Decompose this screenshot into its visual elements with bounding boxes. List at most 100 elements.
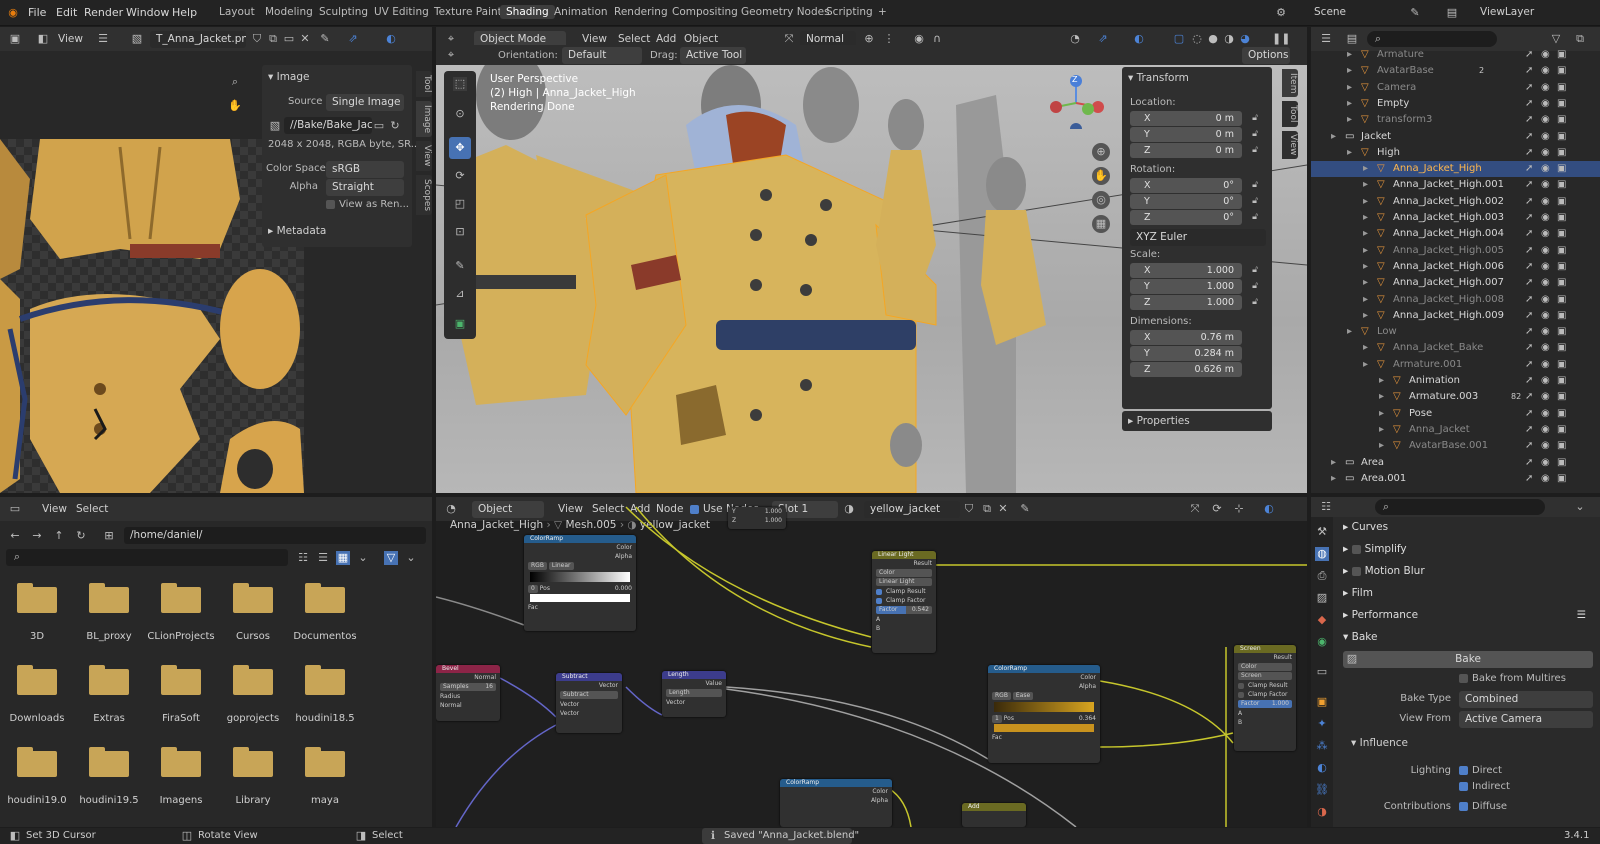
folder-icon[interactable] [305, 745, 345, 777]
material-props-icon[interactable]: ◑ [1315, 805, 1329, 819]
camera-render-icon[interactable]: ▣ [1557, 80, 1566, 96]
new-image-icon[interactable]: ⧉ [266, 32, 280, 46]
camera-render-icon[interactable]: ▣ [1557, 292, 1566, 308]
gizmo-toggle-icon[interactable]: ⇗ [1096, 32, 1110, 46]
expand-arrow-icon[interactable]: ▸ [1363, 177, 1368, 193]
breadcrumb-object[interactable]: Anna_Jacket_High [450, 519, 543, 531]
zoom-icon[interactable]: ⌕ [228, 75, 242, 89]
new-directory-icon[interactable]: ⊞ [102, 529, 116, 543]
camera-render-icon[interactable]: ▣ [1557, 226, 1566, 242]
hamburger-icon[interactable]: ☰ [96, 32, 110, 46]
transform-tool-icon[interactable]: ⊡ [453, 225, 467, 239]
camera-render-icon[interactable]: ▣ [1557, 308, 1566, 324]
scale-y-field[interactable]: Y 1.000 [1130, 279, 1242, 294]
node-menu-select[interactable]: Select [592, 503, 624, 515]
eye-icon[interactable]: ◉ [1541, 63, 1550, 79]
outliner-item[interactable]: ▸ ▽ Low ➚ ◉ ▣ [1311, 324, 1600, 340]
tab-texture-paint[interactable]: Texture Paint [434, 6, 502, 18]
menu-render[interactable]: Render [84, 6, 123, 19]
drag-dropdown[interactable]: Active Tool [680, 47, 746, 64]
select-arrow-icon[interactable]: ➚ [1525, 96, 1533, 112]
folder-icon[interactable] [233, 663, 273, 695]
node-menu-node[interactable]: Node [656, 503, 683, 515]
select-arrow-icon[interactable]: ➚ [1525, 275, 1533, 291]
section-motion-blur[interactable]: ▸ Motion Blur [1335, 561, 1600, 581]
unlink-icon[interactable]: ✕ [298, 32, 312, 46]
folder-icon[interactable] [17, 745, 57, 777]
colorramp-1-gradient[interactable] [530, 572, 630, 582]
expand-arrow-icon[interactable]: ▸ [1363, 194, 1368, 210]
modifier-props-icon[interactable]: ✦ [1315, 717, 1329, 731]
camera-render-icon[interactable]: ▣ [1557, 455, 1566, 471]
3d-viewport[interactable]: ⌖ Object Mode View Select Add Object ⤧ N… [436, 27, 1307, 493]
folder-icon[interactable] [161, 663, 201, 695]
expand-arrow-icon[interactable]: ▸ [1331, 129, 1336, 145]
select-arrow-icon[interactable]: ➚ [1525, 177, 1533, 193]
image-tab-image[interactable]: Image [416, 101, 432, 137]
color-space-dropdown[interactable]: sRGB [326, 161, 404, 178]
expand-arrow-icon[interactable]: ▸ [1363, 243, 1368, 259]
node-colorramp-1[interactable]: ColorRamp Color Alpha RGB Linear 0 Pos 0… [524, 535, 636, 631]
file-menu-view[interactable]: View [42, 503, 67, 515]
expand-arrow-icon[interactable]: ▸ [1347, 47, 1352, 63]
expand-arrow-icon[interactable]: ▸ [1363, 308, 1368, 324]
tab-layout[interactable]: Layout [219, 6, 255, 18]
folder-label[interactable]: Downloads [0, 713, 77, 724]
folder-icon[interactable] [89, 745, 129, 777]
select-arrow-icon[interactable]: ➚ [1525, 422, 1533, 438]
dimensions-y-field[interactable]: Y 0.284 m [1130, 346, 1242, 361]
parent-directory-icon[interactable]: ↑ [52, 529, 66, 543]
section-curves[interactable]: ▸ Curves [1335, 517, 1600, 537]
dimensions-z-field[interactable]: Z 0.626 m [1130, 362, 1242, 377]
material-browse-icon[interactable]: ◑ [842, 502, 856, 516]
viewport-menu-add[interactable]: Add [656, 33, 676, 45]
expand-arrow-icon[interactable]: ▸ [1331, 471, 1336, 487]
lock-icon[interactable]: 🔓︎ [1248, 263, 1262, 277]
image-tab-tool[interactable]: Tool [416, 71, 432, 97]
lock-icon[interactable]: 🔓︎ [1248, 178, 1262, 192]
select-arrow-icon[interactable]: ➚ [1525, 226, 1533, 242]
lock-icon[interactable]: 🔓︎ [1248, 111, 1262, 125]
scene-props-icon[interactable]: ◆ [1315, 613, 1329, 627]
select-arrow-icon[interactable]: ➚ [1525, 389, 1533, 405]
material-fake-user-icon[interactable]: ⛉ [962, 502, 976, 516]
tab-uv-editing[interactable]: UV Editing [374, 6, 429, 18]
proportional-edit-icon[interactable]: ◉ [912, 32, 926, 46]
eye-icon[interactable]: ◉ [1541, 275, 1550, 291]
folder-label[interactable]: CLionProjects [141, 631, 221, 642]
expand-arrow-icon[interactable]: ▸ [1347, 96, 1352, 112]
select-arrow-icon[interactable]: ➚ [1525, 292, 1533, 308]
outliner-item[interactable]: ▸ ▽ Anna_Jacket_High ➚ ◉ ▣ [1311, 161, 1600, 178]
node-pin-icon[interactable]: ✎ [1018, 502, 1032, 516]
select-arrow-icon[interactable]: ➚ [1525, 210, 1533, 226]
outliner-search-input[interactable]: ⌕ [1367, 31, 1497, 47]
outliner-item[interactable]: ▸ ▽ Animation ➚ ◉ ▣ [1311, 373, 1600, 389]
forward-icon[interactable]: → [30, 529, 44, 543]
eye-icon[interactable]: ◉ [1541, 194, 1550, 210]
uv-sync-icon[interactable]: ⇗ [346, 32, 360, 46]
tab-geometry-nodes[interactable]: Geometry Nodes [741, 6, 830, 18]
material-new-icon[interactable]: ⧉ [980, 502, 994, 516]
lock-icon[interactable]: 🔓︎ [1248, 210, 1262, 224]
node-partial-top[interactable]: Y 1.000 Z 1.000 [728, 507, 786, 529]
camera-render-icon[interactable]: ▣ [1557, 177, 1566, 193]
bake-type-dropdown[interactable]: Combined [1459, 691, 1593, 708]
scale-x-field[interactable]: X 1.000 [1130, 263, 1242, 278]
tab-compositing[interactable]: Compositing [672, 6, 738, 18]
file-browser-editor-icon[interactable]: ▭ [8, 502, 22, 516]
scale-tool-icon[interactable]: ◰ [453, 197, 467, 211]
folder-label[interactable]: Imagens [141, 795, 221, 806]
select-arrow-icon[interactable]: ➚ [1525, 324, 1533, 340]
node-length[interactable]: Length Value Length Vector [662, 671, 726, 717]
folder-label[interactable]: houdini19.0 [0, 795, 77, 806]
eye-icon[interactable]: ◉ [1541, 243, 1550, 259]
folder-icon[interactable] [17, 581, 57, 613]
eye-icon[interactable]: ◉ [1541, 47, 1550, 63]
file-menu-select[interactable]: Select [76, 503, 108, 515]
rendered-shading-icon[interactable]: ◕ [1238, 32, 1252, 46]
camera-render-icon[interactable]: ▣ [1557, 275, 1566, 291]
eye-icon[interactable]: ◉ [1541, 210, 1550, 226]
snap-icon[interactable]: ⋮ [882, 32, 896, 46]
camera-render-icon[interactable]: ▣ [1557, 96, 1566, 112]
outliner-item[interactable]: ▸ ▽ Anna_Jacket_High.009 ➚ ◉ ▣ [1311, 308, 1600, 324]
